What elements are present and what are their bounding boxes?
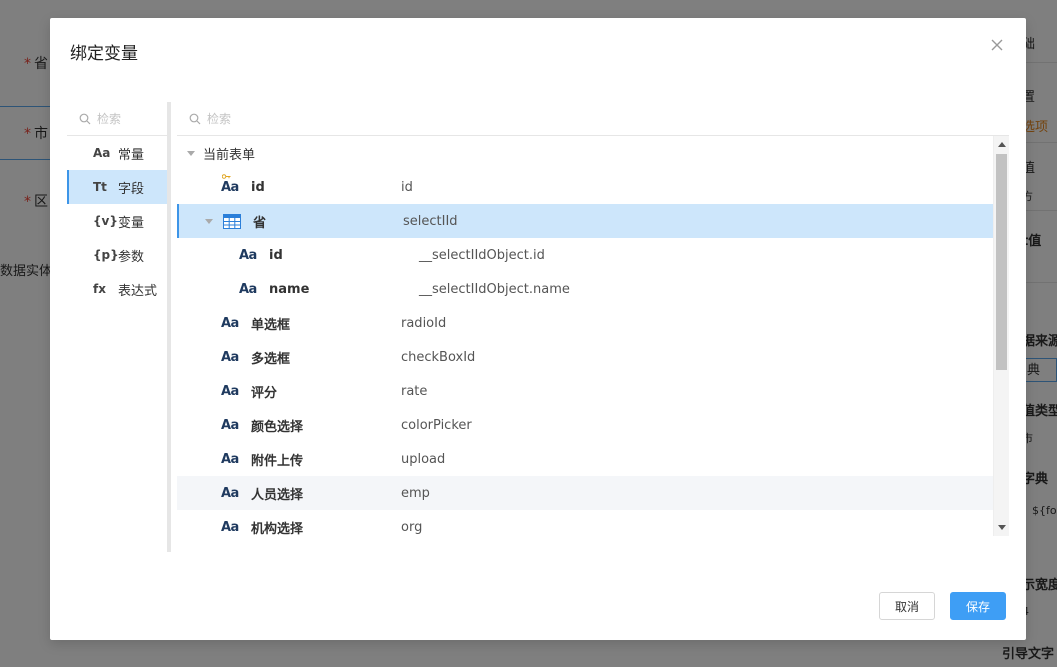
text-field-icon: Aa	[221, 383, 239, 399]
category-label: 变量	[118, 215, 145, 231]
field-variable: selectIId	[403, 213, 458, 229]
field-name: id	[269, 247, 283, 263]
scroll-thumb[interactable]	[996, 154, 1007, 370]
caret-down-icon[interactable]	[205, 219, 213, 224]
tree-scrollbar[interactable]	[993, 136, 1009, 536]
field-search	[177, 102, 1009, 136]
field-name: 附件上传	[251, 453, 304, 469]
scroll-up-arrow-icon[interactable]	[998, 142, 1006, 147]
text-field-icon: Aa	[221, 417, 239, 433]
dialog-title: 绑定变量	[70, 44, 138, 64]
primary-key-field-icon: Aa	[221, 174, 239, 195]
field-name: 人员选择	[251, 487, 304, 503]
tree-row[interactable]: Aa 颜色选择 colorPicker	[177, 408, 993, 442]
text-field-icon: Aa	[221, 451, 239, 467]
field-variable: colorPicker	[401, 417, 472, 433]
tree-row-selected[interactable]: 省 selectIId	[177, 204, 993, 238]
field-name: 机构选择	[251, 521, 304, 537]
category-search	[67, 102, 167, 136]
category-panel: Aa 常量 Tt 字段 {v}变量 {p}参数 fx 表达式	[67, 102, 171, 552]
category-expression[interactable]: fx 表达式	[67, 272, 167, 306]
tree-row[interactable]: Aa 机构选择 org	[177, 510, 993, 537]
field-variable: __selectIIdObject.id	[419, 247, 545, 263]
field-variable: upload	[401, 451, 446, 467]
text-field-icon: Aa	[221, 349, 239, 365]
variable-icon: {v}	[93, 214, 118, 228]
text-field-icon: Aa	[239, 247, 257, 263]
close-icon	[991, 39, 1003, 51]
scroll-down-arrow-icon[interactable]	[998, 525, 1006, 530]
caret-down-icon[interactable]	[187, 151, 195, 156]
tree-row[interactable]: Aa 单选框 radioId	[177, 306, 993, 340]
search-icon	[189, 113, 201, 124]
field-variable: checkBoxId	[401, 349, 476, 365]
search-icon	[79, 113, 91, 124]
cancel-button[interactable]: 取消	[879, 592, 935, 620]
tree-row[interactable]: Aa id __selectIIdObject.id	[177, 238, 993, 272]
category-label: 表达式	[118, 283, 158, 299]
field-name: 颜色选择	[251, 419, 304, 435]
tree-row[interactable]: Aa id id	[177, 170, 993, 204]
category-variable[interactable]: {v} 变量	[67, 204, 167, 238]
expression-icon: fx	[93, 282, 106, 296]
field-name: 单选框	[251, 317, 291, 333]
field-name: 省	[253, 215, 267, 231]
field-variable: id	[401, 179, 413, 195]
tree-row[interactable]: Aa 附件上传 upload	[177, 442, 993, 476]
text-field-icon: Aa	[221, 315, 239, 331]
close-button[interactable]	[988, 36, 1006, 54]
field-name: 多选框	[251, 351, 291, 367]
category-label: 常量	[118, 147, 145, 163]
text-field-icon: Aa	[221, 485, 239, 501]
tree-group-current-form[interactable]: 当前表单	[177, 136, 993, 170]
table-icon	[223, 214, 241, 229]
category-label: 字段	[118, 181, 145, 197]
parameter-icon: {p}	[93, 248, 119, 262]
field-variable: rate	[401, 383, 428, 399]
tree-row[interactable]: Aa name __selectIIdObject.name	[177, 272, 993, 306]
category-constant[interactable]: Aa 常量	[67, 136, 167, 170]
field-name: name	[269, 281, 310, 297]
tree-row[interactable]: Aa 多选框 checkBoxId	[177, 340, 993, 374]
category-field[interactable]: Tt 字段	[67, 170, 167, 204]
group-label: 当前表单	[203, 147, 256, 163]
text-field-icon: Aa	[239, 281, 257, 297]
constant-icon: Aa	[93, 146, 111, 160]
field-variable: radioId	[401, 315, 447, 331]
field-variable: org	[401, 519, 423, 535]
tree-row-hovered[interactable]: Aa 人员选择 emp	[177, 476, 993, 510]
field-name: 评分	[251, 385, 278, 401]
field-variable: emp	[401, 485, 430, 501]
category-search-input[interactable]	[97, 111, 167, 126]
category-label: 参数	[118, 249, 145, 265]
field-tree: 当前表单 Aa id id 省 selectIId Aa id __select…	[177, 136, 993, 536]
field-variable: __selectIIdObject.name	[419, 281, 570, 297]
bind-variable-dialog: 绑定变量 Aa 常量 Tt 字段 {v}变量 {p}参数 fx 表达式 当前表单	[50, 18, 1026, 640]
field-panel: 当前表单 Aa id id 省 selectIId Aa id __select…	[177, 102, 1009, 536]
tree-row[interactable]: Aa 评分 rate	[177, 374, 993, 408]
field-search-input[interactable]	[207, 111, 407, 126]
field-name: id	[251, 179, 265, 195]
category-parameter[interactable]: {p} 参数	[67, 238, 167, 272]
text-field-icon: Aa	[221, 519, 239, 535]
field-icon: Tt	[93, 180, 107, 194]
save-button[interactable]: 保存	[950, 592, 1006, 620]
